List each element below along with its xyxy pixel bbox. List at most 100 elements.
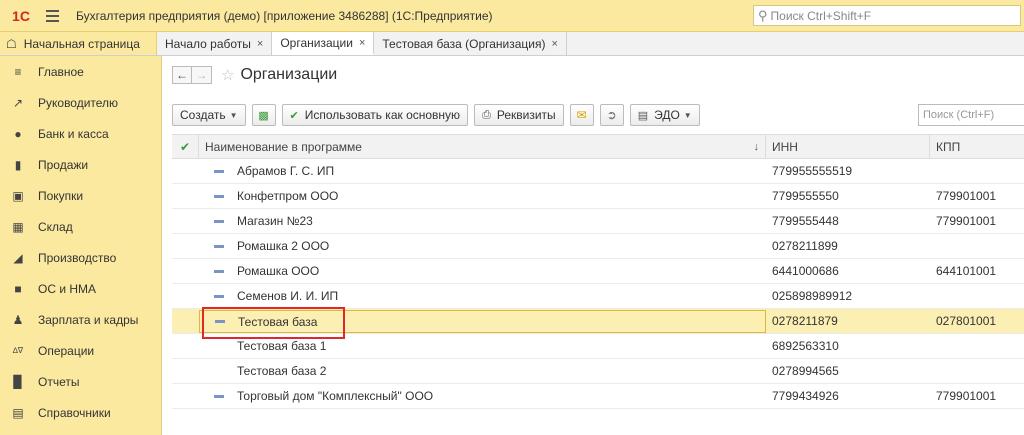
sidebar-item-reports[interactable]: ▉ Отчеты xyxy=(0,366,161,397)
row-name-cell: Абрамов Г. С. ИП xyxy=(199,159,766,183)
close-icon[interactable]: × xyxy=(359,37,365,49)
row-name-cell: Торговый дом "Комплексный" ООО xyxy=(199,384,766,408)
tab-home[interactable]: ☖ Начальная страница xyxy=(0,32,157,55)
global-search-input[interactable]: ⚲ Поиск Ctrl+Shift+F xyxy=(753,5,1021,26)
search-icon: ⚲ xyxy=(758,7,768,23)
create-button[interactable]: Создать ▼ xyxy=(172,104,246,126)
attach-button[interactable]: ➲ xyxy=(599,104,624,126)
row-name-cell: Тестовая база 2 xyxy=(199,359,766,383)
sidebar-item-label: Операции xyxy=(38,343,95,358)
table-header-kpp[interactable]: КПП xyxy=(930,135,1024,158)
header-kpp-label: КПП xyxy=(936,139,961,154)
list-search-input[interactable]: Поиск (Ctrl+F) xyxy=(918,104,1024,126)
operations-icon: ∆∇ xyxy=(12,346,24,355)
table-row[interactable]: Тестовая база 1 6892563310 xyxy=(172,334,1024,359)
create-button-label: Создать xyxy=(180,108,226,122)
table-row[interactable]: Ромашка 2 ООО 0278211899 xyxy=(172,234,1024,259)
row-mark xyxy=(172,209,199,233)
nav-row: ← → ☆ Организации xyxy=(172,65,337,85)
copy-icon: ▩ xyxy=(258,109,269,122)
close-icon[interactable]: × xyxy=(257,38,263,50)
main-panel: ← → ☆ Организации Создать ▼ ▩ ✔ Использо… xyxy=(162,57,1024,435)
row-name-cell: Семенов И. И. ИП xyxy=(199,284,766,308)
table-row[interactable]: Ромашка ООО 6441000686 644101001 xyxy=(172,259,1024,284)
row-inn: 0278994565 xyxy=(772,364,839,378)
row-inn: 7799555448 xyxy=(772,214,839,228)
table-row[interactable]: Абрамов Г. С. ИП 779955555519 xyxy=(172,159,1024,184)
sidebar-item-assets[interactable]: ■ ОС и НМА xyxy=(0,273,161,304)
truck-icon: ■ xyxy=(14,281,22,296)
row-name: Торговый дом "Комплексный" ООО xyxy=(237,389,434,403)
tab-label: Начальная страница xyxy=(23,36,140,51)
table-header-name[interactable]: Наименование в программе ↓ xyxy=(199,135,766,158)
table-row[interactable]: Торговый дом "Комплексный" ООО 779943492… xyxy=(172,384,1024,409)
organization-icon xyxy=(215,320,225,323)
row-mark xyxy=(172,159,199,183)
table-row[interactable]: Конфетпром ООО 7799555550 779901001 xyxy=(172,184,1024,209)
tabs-bar: ☖ Начальная страница Начало работы × Орг… xyxy=(0,32,1024,56)
tab-organizations[interactable]: Организации × xyxy=(272,32,375,55)
row-name-cell: Магазин №23 xyxy=(199,209,766,233)
coin-icon: ● xyxy=(14,126,22,141)
row-kpp xyxy=(930,359,1024,383)
sidebar-item-production[interactable]: ◢ Производство xyxy=(0,242,161,273)
sidebar-item-directories[interactable]: ▤ Справочники xyxy=(0,397,161,428)
paperclip-icon: ➲ xyxy=(606,108,617,122)
row-name-cell: Тестовая база 1 xyxy=(199,334,766,358)
organization-icon xyxy=(214,219,224,223)
requisites-button[interactable]: ⎙ Реквизиты xyxy=(474,104,564,126)
sidebar-item-label: Банк и касса xyxy=(38,126,109,141)
close-icon[interactable]: × xyxy=(552,38,558,50)
sidebar-item-sales[interactable]: ▮ Продажи xyxy=(0,149,161,180)
table-header-inn[interactable]: ИНН xyxy=(766,135,930,158)
copy-button[interactable]: ▩ xyxy=(251,104,276,126)
sidebar-item-label: Продажи xyxy=(38,157,89,172)
row-kpp: 779901001 xyxy=(936,389,997,403)
row-mark xyxy=(172,334,199,358)
table-row[interactable]: Магазин №23 7799555448 779901001 xyxy=(172,209,1024,234)
row-name: Магазин №23 xyxy=(237,214,313,228)
cart-icon: ▣ xyxy=(12,188,24,203)
tab-start[interactable]: Начало работы × xyxy=(157,32,273,55)
table-row[interactable]: Семенов И. И. ИП 025898989912 xyxy=(172,284,1024,309)
favorite-star-icon[interactable]: ☆ xyxy=(221,66,234,84)
sidebar-item-label: Покупки xyxy=(38,188,84,203)
sidebar-item-label: ОС и НМА xyxy=(38,281,97,296)
app-logo: 1С xyxy=(12,7,30,24)
edo-button[interactable]: ▤ ЭДО ▼ xyxy=(629,104,700,126)
organization-icon xyxy=(214,294,224,298)
sidebar-item-director[interactable]: ↗ Руководителю xyxy=(0,87,161,118)
row-kpp: 644101001 xyxy=(936,264,997,278)
sidebar-item-warehouse[interactable]: ▦ Склад xyxy=(0,211,161,242)
row-kpp: 779901001 xyxy=(936,214,997,228)
envelope-icon: ✉ xyxy=(576,108,587,122)
table-header-mark[interactable]: ✔ xyxy=(172,135,199,158)
table-row[interactable]: Тестовая база 2 0278994565 xyxy=(172,359,1024,384)
sidebar-item-label: Отчеты xyxy=(38,374,80,389)
edo-label: ЭДО xyxy=(654,108,680,122)
back-arrow-icon[interactable]: ← xyxy=(172,66,192,84)
sidebar-item-bank[interactable]: ● Банк и касса xyxy=(0,118,161,149)
organization-icon xyxy=(214,194,224,198)
row-name: Тестовая база 2 xyxy=(237,364,327,378)
sidebar-item-label: Зарплата и кадры xyxy=(38,312,139,327)
tab-label: Начало работы xyxy=(165,36,251,51)
tab-test-base[interactable]: Тестовая база (Организация) × xyxy=(374,32,567,55)
header-inn-label: ИНН xyxy=(772,139,798,154)
organization-icon xyxy=(214,394,224,398)
sidebar-item-label: Производство xyxy=(38,250,117,265)
sidebar-item-purchases[interactable]: ▣ Покупки xyxy=(0,180,161,211)
row-name: Ромашка 2 ООО xyxy=(237,239,330,253)
sort-down-icon: ↓ xyxy=(753,140,760,153)
book-icon: ▤ xyxy=(12,405,24,420)
home-icon: ☖ xyxy=(6,36,17,51)
forward-arrow-icon[interactable]: → xyxy=(192,66,212,84)
sidebar-item-main[interactable]: ≡ Главное xyxy=(0,56,161,87)
sidebar-item-salary[interactable]: ♟ Зарплата и кадры xyxy=(0,304,161,335)
row-inn: 6892563310 xyxy=(772,339,839,353)
table-row-selected[interactable]: Тестовая база 0278211879 027801001 xyxy=(172,309,1024,334)
email-button[interactable]: ✉ xyxy=(569,104,594,126)
main-menu-icon[interactable] xyxy=(46,9,66,22)
use-main-button[interactable]: ✔ Использовать как основную xyxy=(281,104,469,126)
sidebar-item-operations[interactable]: ∆∇ Операции xyxy=(0,335,161,366)
